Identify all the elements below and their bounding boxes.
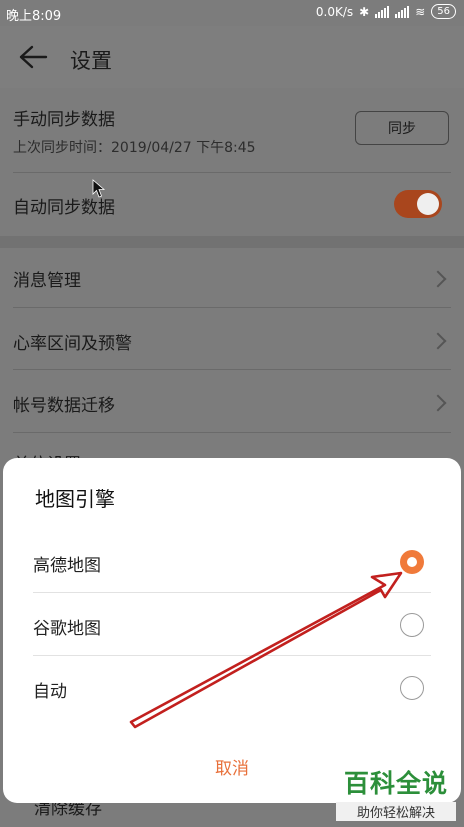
radio-unselected-icon[interactable] [400,613,424,637]
divider [13,172,451,173]
list-item-label: 清除缓存 [34,803,102,819]
radio-selected-icon[interactable] [400,550,424,574]
map-engine-dialog: 地图引擎 高德地图 谷歌地图 自动 取消 [3,458,461,803]
option-label: 谷歌地图 [33,619,101,639]
option-label: 高德地图 [33,556,101,576]
radio-unselected-icon[interactable] [400,676,424,700]
list-item-units-partial[interactable]: 单位设置 [0,440,464,458]
page-title: 设置 [70,49,112,73]
battery-icon: 56 [431,4,456,19]
last-sync-time: 上次同步时间：2019/04/27 下午8:45 [13,140,256,156]
divider [13,369,451,370]
watermark-slogan: 助你轻松解决 [336,802,456,821]
status-time: 晚上8:09 [6,9,62,24]
network-speed: 0.0K/s [315,4,354,19]
list-item-clear-cache-partial[interactable]: 清除缓存 [0,803,330,827]
sync-button[interactable]: 同步 [355,111,449,145]
bluetooth-icon: ✱ [359,4,370,19]
list-item-label: 单位设置 [13,450,81,458]
signal-icon-2 [395,5,410,18]
status-icons: 0.0K/s ✱ ≋ 56 [316,4,456,19]
list-item-label: 消息管理 [13,271,81,291]
divider [13,307,451,308]
dialog-title: 地图引擎 [35,487,115,511]
section-gap [0,236,464,248]
watermark-logo: 百科全说 [343,769,448,798]
manual-sync-label: 手动同步数据 [13,110,115,130]
divider [13,432,451,433]
option-label: 自动 [33,682,67,702]
list-item-label: 心率区间及预警 [13,334,132,354]
divider [33,655,431,656]
status-bar: 晚上8:09 0.0K/s ✱ ≋ 56 [0,0,464,26]
auto-sync-toggle[interactable] [394,190,442,218]
signal-icon [375,5,390,18]
list-item-label: 帐号数据迁移 [13,396,115,416]
wifi-icon: ≋ [415,4,426,19]
watermark: 百科全说 助你轻松解决 [336,764,456,821]
divider [33,592,431,593]
toggle-knob [417,193,439,215]
back-arrow-icon[interactable] [18,44,48,70]
mouse-cursor-icon [92,179,106,198]
app-header: 设置 [0,26,464,88]
